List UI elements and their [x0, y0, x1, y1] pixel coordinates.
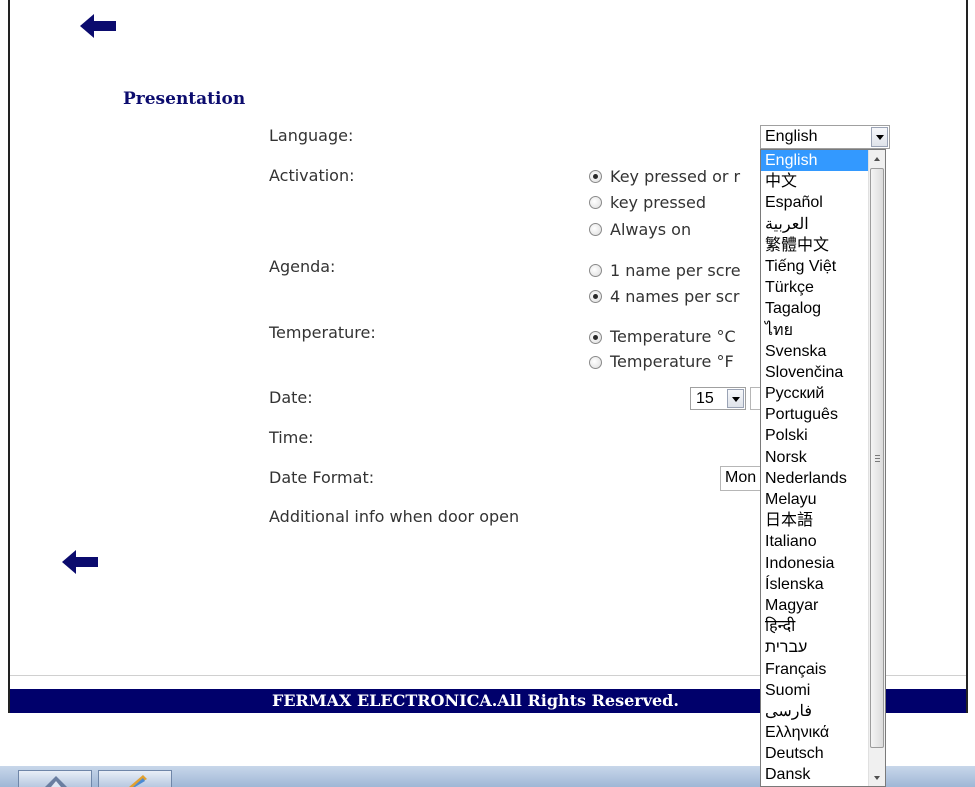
activation-option-label: key pressed — [610, 193, 706, 212]
chevron-down-icon[interactable] — [871, 127, 888, 147]
activation-radio-1[interactable] — [589, 196, 602, 209]
temperature-radio-0[interactable] — [589, 331, 602, 344]
language-option[interactable]: English — [761, 150, 869, 172]
language-option[interactable]: ไทย — [761, 320, 869, 341]
date-label: Date: — [269, 388, 313, 407]
language-select-value: English — [765, 128, 818, 145]
back-arrow-icon[interactable] — [60, 548, 100, 576]
dropdown-scrollbar[interactable] — [868, 150, 885, 786]
language-option[interactable]: 繁體中文 — [761, 235, 869, 256]
language-option[interactable]: Tagalog — [761, 298, 869, 319]
language-option[interactable]: Polski — [761, 425, 869, 446]
language-option[interactable]: Norsk — [761, 447, 869, 468]
language-option[interactable]: Melayu — [761, 489, 869, 510]
chevron-down-icon[interactable] — [727, 389, 744, 408]
language-option[interactable]: Indonesia — [761, 553, 869, 574]
language-option[interactable]: Slovenčina — [761, 362, 869, 383]
additional-info-label: Additional info when door open — [269, 507, 520, 526]
activation-option-label: Always on — [610, 220, 692, 239]
language-select[interactable]: English — [760, 125, 890, 149]
language-option[interactable]: Русский — [761, 383, 869, 404]
temperature-radio-1[interactable] — [589, 356, 602, 369]
grip-line — [875, 455, 880, 456]
date-day-value: 15 — [696, 390, 714, 407]
app-icon — [45, 776, 67, 787]
grip-line — [875, 458, 880, 459]
activation-label: Activation: — [269, 166, 355, 185]
temperature-option-label: Temperature °F — [610, 352, 734, 371]
language-option[interactable]: Suomi — [761, 680, 869, 701]
language-dropdown-list[interactable]: English 中文 Español العربية 繁體中文 Tiếng Việt Tür… — [760, 149, 886, 787]
pencil-icon — [129, 775, 147, 787]
language-option[interactable]: עברית — [761, 637, 869, 658]
taskbar-button-app1[interactable] — [18, 770, 92, 787]
language-option[interactable]: Svenska — [761, 341, 869, 362]
language-option[interactable]: Español — [761, 192, 869, 213]
date-day-select[interactable]: 15 — [690, 387, 746, 410]
language-option[interactable]: فارسی — [761, 701, 869, 722]
scroll-up-icon[interactable] — [869, 150, 885, 167]
language-option[interactable]: हिन्दी — [761, 616, 869, 637]
temperature-option-label: Temperature °C — [610, 327, 736, 346]
agenda-option-label: 4 names per scr — [610, 287, 740, 306]
language-option[interactable]: العربية — [761, 214, 869, 235]
language-option[interactable]: Italiano — [761, 531, 869, 552]
footer-text: FERMAX ELECTRONICA.All Rights Reserved. — [272, 691, 679, 710]
back-arrow-icon[interactable] — [78, 12, 118, 40]
language-option[interactable]: Tiếng Việt — [761, 256, 869, 277]
activation-radio-2[interactable] — [589, 223, 602, 236]
grip-line — [875, 461, 880, 462]
language-option[interactable]: 日本語 — [761, 510, 869, 531]
language-options: English 中文 Español العربية 繁體中文 Tiếng Việt Tür… — [761, 150, 869, 786]
date-format-label: Date Format: — [269, 468, 375, 487]
language-label: Language: — [269, 126, 354, 145]
date-format-value: Mon — [725, 469, 757, 486]
language-option[interactable]: Nederlands — [761, 468, 869, 489]
agenda-option-label: 1 name per scre — [610, 261, 741, 280]
taskbar-button-app2[interactable] — [98, 770, 172, 787]
temperature-label: Temperature: — [269, 323, 376, 342]
date-format-select[interactable]: Mon — [720, 466, 764, 491]
language-option[interactable]: Dansk — [761, 764, 869, 785]
language-option[interactable]: Íslenska — [761, 574, 869, 595]
activation-option-label: Key pressed or r — [610, 167, 741, 186]
scroll-down-icon[interactable] — [869, 769, 885, 786]
language-option[interactable]: Türkçe — [761, 277, 869, 298]
agenda-radio-0[interactable] — [589, 264, 602, 277]
agenda-label: Agenda: — [269, 257, 336, 276]
language-option[interactable]: 中文 — [761, 171, 869, 192]
activation-radio-0[interactable] — [589, 170, 602, 183]
language-option[interactable]: Magyar — [761, 595, 869, 616]
language-option[interactable]: Ελληνικά — [761, 722, 869, 743]
language-option[interactable]: Français — [761, 659, 869, 680]
scrollbar-thumb[interactable] — [870, 168, 884, 748]
section-title: Presentation — [123, 89, 246, 109]
agenda-radio-1[interactable] — [589, 290, 602, 303]
language-option[interactable]: Deutsch — [761, 743, 869, 764]
time-label: Time: — [269, 428, 314, 447]
language-option[interactable]: Português — [761, 404, 869, 425]
